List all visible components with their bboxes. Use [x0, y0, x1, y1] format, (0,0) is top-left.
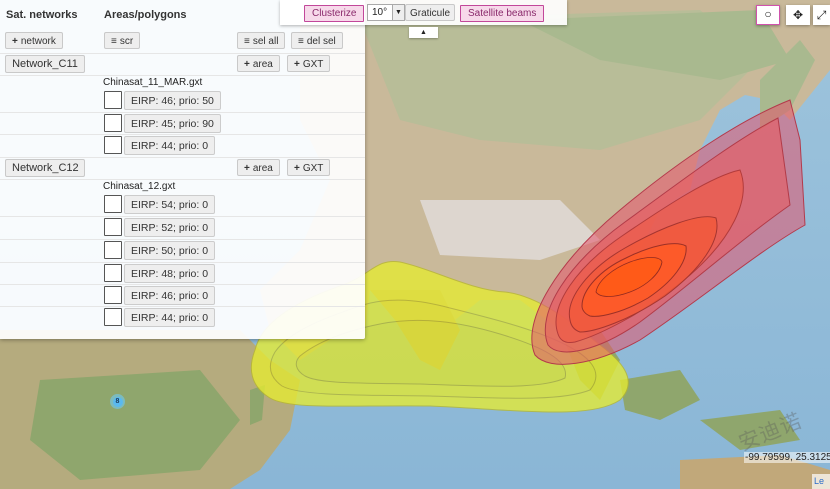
c12-beam-checkbox[interactable]	[104, 286, 122, 304]
draw-circle-icon[interactable]: ○	[756, 5, 780, 25]
divider	[0, 306, 365, 307]
divider	[0, 262, 365, 263]
divider	[0, 157, 365, 158]
c11-beam-checkbox[interactable]	[104, 136, 122, 154]
c11-beam-label: EIRP: 45; prio: 90	[124, 114, 221, 133]
graticule-select[interactable]: 10° ▼	[367, 4, 405, 21]
chevron-down-icon: ▼	[392, 5, 404, 20]
graticule-button[interactable]: Graticule	[405, 4, 456, 21]
c12-add-area-button[interactable]: + area	[237, 159, 280, 176]
c12-beam-label: EIRP: 44; prio: 0	[124, 308, 216, 327]
pan-icon[interactable]: ✥	[786, 5, 810, 25]
c11-add-gxt-button[interactable]: + GXT	[287, 55, 331, 72]
attribution-link[interactable]: Le	[812, 474, 830, 489]
clusterize-button[interactable]: Clusterize	[304, 5, 365, 22]
c11-beam-label: EIRP: 46; prio: 50	[124, 91, 221, 110]
c12-beam-label: EIRP: 46; prio: 0	[124, 286, 216, 305]
c12-file-name: Chinasat_12.gxt	[103, 181, 176, 192]
plus-icon: +	[294, 59, 300, 70]
c11-beam-label: EIRP: 44; prio: 0	[124, 136, 216, 155]
c12-beam-label: EIRP: 54; prio: 0	[124, 195, 216, 214]
divider	[0, 134, 365, 135]
plus-icon: +	[12, 36, 18, 47]
c11-file-name: Chinasat_11_MAR.gxt	[103, 77, 203, 88]
fullscreen-icon[interactable]: ⤢	[813, 5, 830, 25]
c12-beam-checkbox[interactable]	[104, 195, 122, 213]
network-c12-button[interactable]: Network_C12	[5, 159, 85, 177]
plus-icon: +	[244, 163, 250, 174]
mouse-coordinates: -99.79599, 25.3125	[744, 452, 830, 463]
top-toolbar: Clusterize 10° ▼ Graticule Satellite beam…	[280, 0, 567, 25]
divider	[0, 239, 365, 240]
c12-beam-label: EIRP: 52; prio: 0	[124, 218, 216, 237]
scr-button[interactable]: ≡ scr	[104, 32, 141, 49]
c11-add-area-button[interactable]: + area	[237, 55, 280, 72]
c11-beam-checkbox[interactable]	[104, 114, 122, 132]
select-all-button[interactable]: ≡ sel all	[237, 32, 286, 49]
networks-panel: Sat. networks Areas/polygons + network ≡ s…	[0, 0, 365, 339]
divider	[0, 112, 365, 113]
divider	[0, 179, 365, 180]
list-icon: ≡	[111, 36, 117, 47]
plus-icon: +	[294, 163, 300, 174]
divider	[0, 53, 365, 54]
c12-beam-label: EIRP: 50; prio: 0	[124, 241, 216, 260]
cluster-marker[interactable]: 8	[110, 394, 125, 409]
add-network-button[interactable]: + network	[5, 32, 63, 49]
delete-selected-button[interactable]: ≡ del sel	[291, 32, 343, 49]
plus-icon: +	[244, 59, 250, 70]
c12-beam-checkbox[interactable]	[104, 241, 122, 259]
list-icon: ≡	[298, 36, 304, 47]
divider	[0, 75, 365, 76]
divider	[0, 284, 365, 285]
c12-beam-checkbox[interactable]	[104, 218, 122, 236]
c12-add-gxt-button[interactable]: + GXT	[287, 159, 331, 176]
sat-networks-header: Sat. networks	[6, 9, 78, 21]
list-icon: ≡	[244, 36, 250, 47]
c11-beam-checkbox[interactable]	[104, 91, 122, 109]
areas-header: Areas/polygons	[104, 9, 187, 21]
network-c11-button[interactable]: Network_C11	[5, 55, 85, 73]
c12-beam-label: EIRP: 48; prio: 0	[124, 264, 216, 283]
satellite-beams-button[interactable]: Satellite beams	[460, 5, 545, 22]
toolbar-collapse-toggle[interactable]: ▲	[409, 27, 438, 38]
c12-beam-checkbox[interactable]	[104, 308, 122, 326]
divider	[0, 216, 365, 217]
c12-beam-checkbox[interactable]	[104, 264, 122, 282]
